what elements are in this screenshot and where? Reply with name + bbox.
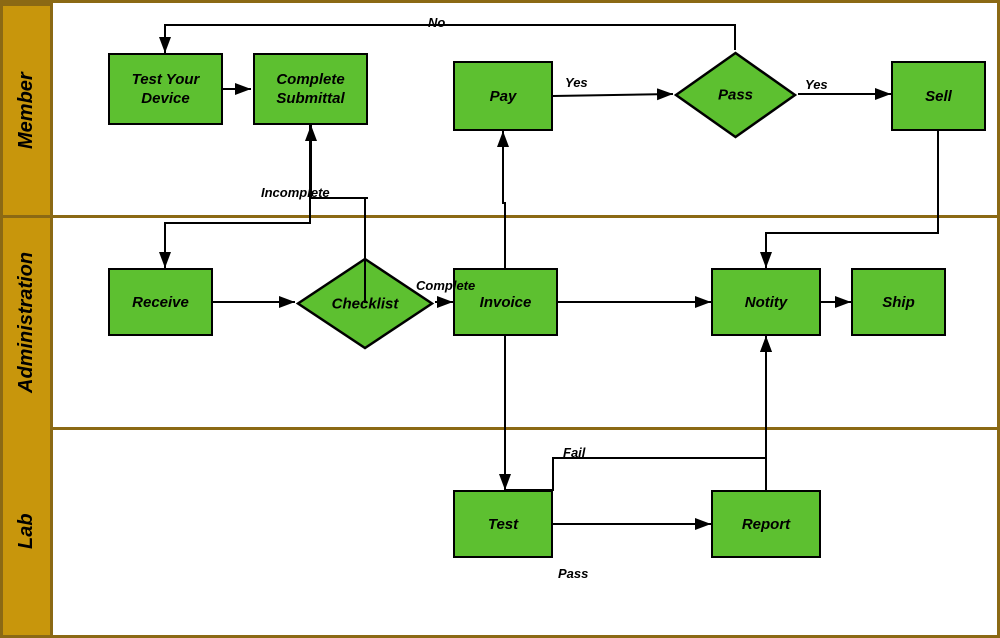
checklist-decision: Checklist (295, 256, 435, 351)
lane-label-lab: Lab (3, 427, 50, 635)
ship-box: Ship (851, 268, 946, 336)
complete-submittal-box: Complete Submittal (253, 53, 368, 125)
arrow-label-incomplete: Incomplete (261, 185, 330, 200)
report-box: Report (711, 490, 821, 558)
arrow-label-pass-lab: Pass (558, 566, 588, 581)
notity-box: Notity (711, 268, 821, 336)
diagram-container: Member Administration Lab Test Your Devi… (0, 0, 1000, 638)
lane-label-administration: Administration (3, 215, 50, 427)
lane-label-member: Member (3, 3, 50, 215)
lane-divider-2 (53, 427, 997, 430)
pay-box: Pay (453, 61, 553, 131)
receive-box: Receive (108, 268, 213, 336)
sell-box: Sell (891, 61, 986, 131)
arrow-label-no: No (428, 15, 445, 30)
arrow-label-yes-pay: Yes (565, 75, 588, 90)
lane-divider-1 (53, 215, 997, 218)
arrow-label-yes-pass: Yes (805, 77, 828, 92)
arrow-label-fail: Fail (563, 445, 585, 460)
test-your-device-box: Test Your Device (108, 53, 223, 125)
swim-lanes-labels: Member Administration Lab (3, 3, 53, 635)
test-box: Test (453, 490, 553, 558)
arrow-label-complete: Complete (416, 278, 475, 293)
pass-decision: Pass (673, 50, 798, 140)
swim-lanes-content: Test Your Device Complete Submittal Pay … (53, 3, 997, 635)
